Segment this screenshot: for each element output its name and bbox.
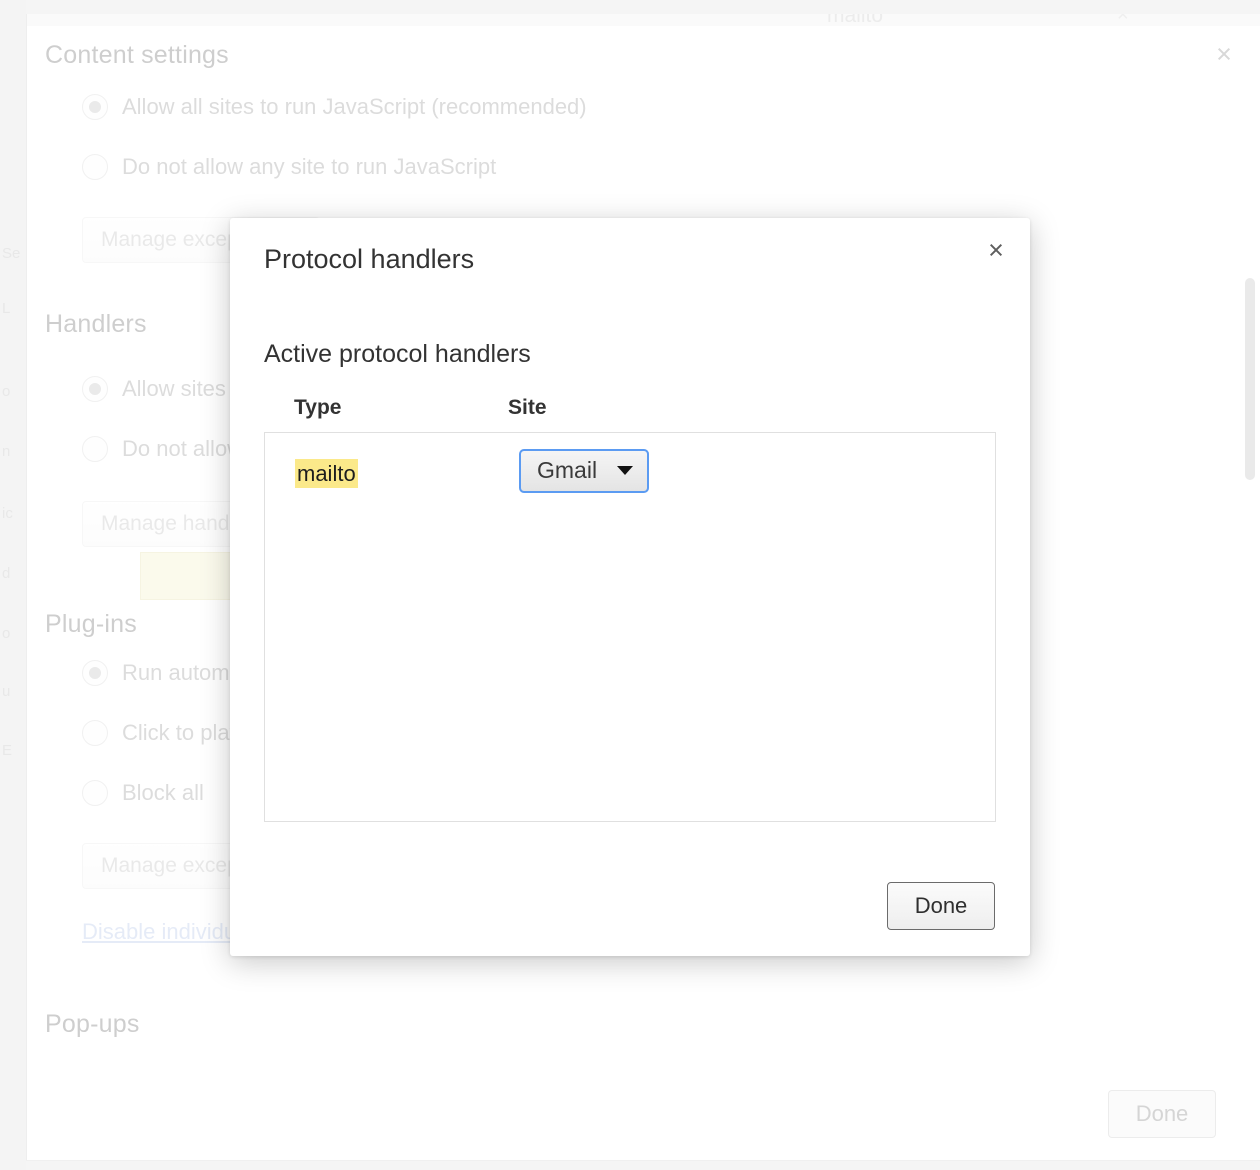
- protocol-handlers-dialog: × Protocol handlers Active protocol hand…: [230, 218, 1030, 956]
- handler-site-cell[interactable]: Gmail: [519, 449, 650, 493]
- ghost-sidebar-item: d: [2, 565, 11, 582]
- top-cutoff-text: mailto: [827, 14, 884, 26]
- radio-icon[interactable]: [82, 780, 108, 806]
- ghost-sidebar-item: o: [2, 625, 11, 642]
- column-header-type: Type: [294, 396, 342, 419]
- section-title-popups: Pop-ups: [45, 1010, 140, 1038]
- page-bottom-divider: [26, 1160, 1260, 1161]
- radio-icon[interactable]: [82, 720, 108, 746]
- radio-label: Block all: [122, 780, 204, 805]
- ghost-sidebar-item: o: [2, 383, 11, 400]
- radio-icon[interactable]: [82, 376, 108, 402]
- radio-row-click-to-play[interactable]: Click to play: [82, 720, 241, 746]
- dialog-subtitle: Active protocol handlers: [264, 340, 531, 368]
- dialog-title: Protocol handlers: [264, 244, 475, 274]
- section-title-plugins: Plug-ins: [45, 610, 137, 638]
- ghost-sidebar-item: n: [2, 443, 11, 460]
- site-dropdown-label: Gmail: [537, 457, 598, 483]
- settings-close-icon[interactable]: ×: [1206, 36, 1242, 72]
- radio-row-disallow-js[interactable]: Do not allow any site to run JavaScript: [82, 154, 496, 180]
- ghost-sidebar-item: u: [2, 683, 11, 700]
- radio-label: Allow all sites to run JavaScript (recom…: [122, 94, 587, 119]
- radio-label: Click to play: [122, 720, 241, 745]
- radio-row-block-all[interactable]: Block all: [82, 780, 204, 806]
- handler-list[interactable]: mailto Gmail: [264, 432, 996, 822]
- ghost-sidebar-item: ic: [2, 505, 13, 522]
- radio-icon[interactable]: [82, 154, 108, 180]
- page-scrollbar[interactable]: [1243, 14, 1257, 1160]
- ghost-sidebar: Se L o n ic d o u E: [0, 0, 26, 1170]
- radio-row-allow-js[interactable]: Allow all sites to run JavaScript (recom…: [82, 94, 587, 120]
- page-scrollbar-thumb[interactable]: [1245, 278, 1255, 480]
- top-cutoff-close-icon: ×: [1117, 14, 1129, 26]
- page-root: Se L o n ic d o u E mailto × × Content s…: [0, 0, 1260, 1170]
- section-title-handlers: Handlers: [45, 310, 147, 338]
- dialog-done-button[interactable]: Done: [887, 882, 995, 930]
- top-cutoff-row: mailto ×: [27, 14, 1260, 26]
- chevron-down-icon: [617, 466, 634, 475]
- ghost-sidebar-item: L: [2, 300, 11, 317]
- ghost-sidebar-item: Se: [2, 245, 21, 262]
- handler-type-cell: mailto: [295, 459, 358, 489]
- site-dropdown[interactable]: Gmail: [519, 449, 650, 493]
- radio-icon[interactable]: [82, 660, 108, 686]
- table-row[interactable]: mailto Gmail: [265, 443, 995, 505]
- ghost-sidebar-item: E: [2, 742, 13, 759]
- radio-icon[interactable]: [82, 94, 108, 120]
- dialog-close-icon[interactable]: ×: [978, 232, 1014, 268]
- radio-icon[interactable]: [82, 436, 108, 462]
- settings-done-button[interactable]: Done: [1108, 1090, 1216, 1138]
- radio-label: Do not allow any site to run JavaScript: [122, 154, 497, 179]
- column-header-site: Site: [508, 396, 547, 419]
- section-title-content-settings: Content settings: [45, 41, 229, 69]
